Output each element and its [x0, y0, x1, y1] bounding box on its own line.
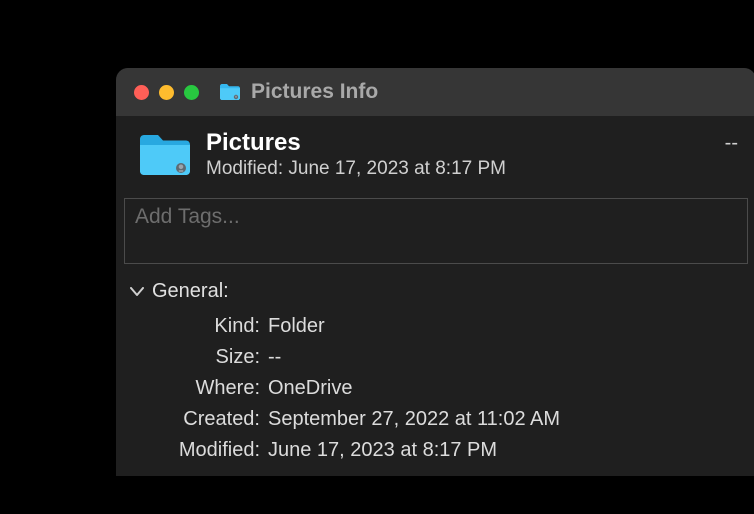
- general-title: General:: [152, 280, 229, 303]
- item-header: Pictures Modified: June 17, 2023 at 8:17…: [116, 116, 754, 192]
- size-label: Size:: [130, 342, 260, 373]
- created-label: Created:: [130, 404, 260, 435]
- info-window: Pictures Info Pictures Modified: June 17…: [116, 68, 754, 476]
- modified-value: June 17, 2023 at 8:17 PM: [288, 158, 506, 179]
- row-kind: Kind: Folder: [130, 311, 738, 342]
- size-indicator: --: [725, 132, 738, 155]
- general-section: General: Kind: Folder Size: -- Where: On…: [116, 266, 754, 476]
- size-value: --: [268, 342, 281, 373]
- where-label: Where:: [130, 373, 260, 404]
- tags-placeholder: Add Tags...: [135, 205, 240, 228]
- tags-input[interactable]: Add Tags...: [124, 198, 748, 264]
- general-rows: Kind: Folder Size: -- Where: OneDrive Cr…: [130, 311, 738, 466]
- row-where: Where: OneDrive: [130, 373, 738, 404]
- chevron-down-icon: [130, 284, 144, 300]
- folder-icon: [219, 83, 241, 101]
- created-value: September 27, 2022 at 11:02 AM: [268, 404, 560, 435]
- item-modified: Modified: June 17, 2023 at 8:17 PM: [206, 158, 725, 180]
- title-content: Pictures Info: [219, 80, 378, 104]
- where-value: OneDrive: [268, 373, 352, 404]
- kind-label: Kind:: [130, 311, 260, 342]
- zoom-button[interactable]: [184, 85, 199, 100]
- general-header[interactable]: General:: [130, 280, 738, 303]
- modified-label: Modified:: [206, 158, 283, 179]
- header-text: Pictures Modified: June 17, 2023 at 8:17…: [206, 130, 725, 180]
- row-modified: Modified: June 17, 2023 at 8:17 PM: [130, 435, 738, 466]
- row-created: Created: September 27, 2022 at 11:02 AM: [130, 404, 738, 435]
- kind-value: Folder: [268, 311, 325, 342]
- row-size: Size: --: [130, 342, 738, 373]
- titlebar[interactable]: Pictures Info: [116, 68, 754, 116]
- minimize-button[interactable]: [159, 85, 174, 100]
- modified-value: June 17, 2023 at 8:17 PM: [268, 435, 497, 466]
- traffic-lights: [134, 85, 199, 100]
- modified-label: Modified:: [130, 435, 260, 466]
- close-button[interactable]: [134, 85, 149, 100]
- window-title: Pictures Info: [251, 80, 378, 104]
- item-name: Pictures: [206, 130, 725, 156]
- folder-icon: [138, 133, 192, 177]
